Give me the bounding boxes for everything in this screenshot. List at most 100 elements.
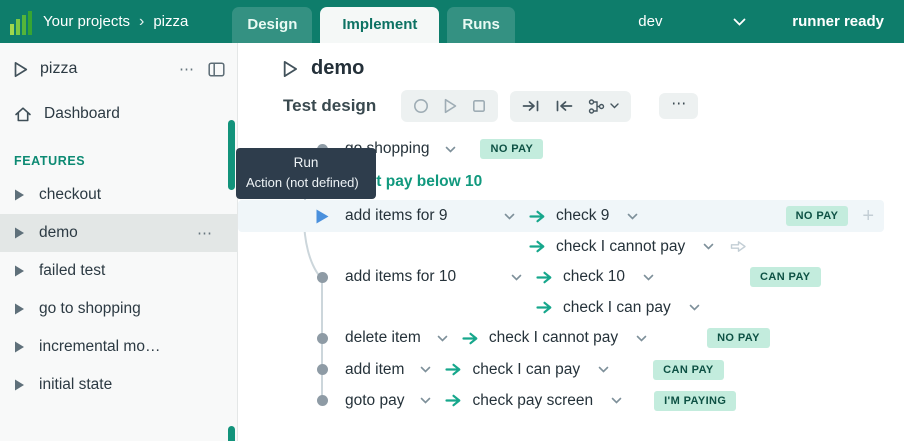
feature-label: initial state xyxy=(39,376,112,394)
feature-label: incremental mo… xyxy=(39,338,160,356)
sidebar-item-initial-state[interactable]: initial state xyxy=(0,366,237,404)
breadcrumb-current-project: pizza xyxy=(153,13,188,30)
flow-step-label[interactable]: add items for 10 xyxy=(345,268,456,286)
chevron-down-icon[interactable] xyxy=(511,274,522,281)
check-arrow-icon xyxy=(445,363,462,376)
check-arrow-icon xyxy=(445,394,462,407)
play-outline-icon[interactable] xyxy=(283,60,298,78)
dashboard-label: Dashboard xyxy=(44,105,120,123)
state-badge[interactable]: NO PAY xyxy=(707,328,770,348)
top-bar: Your projects › pizza Design Implement R… xyxy=(0,0,904,43)
tab-runs[interactable]: Runs xyxy=(447,7,515,43)
flow-node-dot[interactable] xyxy=(300,364,345,375)
add-step-icon[interactable]: + xyxy=(862,206,874,226)
chevron-down-icon[interactable] xyxy=(420,397,431,404)
sidebar-scrollbar-thumb[interactable] xyxy=(228,120,235,190)
record-circle-icon[interactable] xyxy=(413,98,429,114)
sidebar-item-go-to-shopping[interactable]: go to shopping xyxy=(0,290,237,328)
check-arrow-icon xyxy=(536,301,553,314)
section-label: Test design xyxy=(283,96,376,116)
skip-to-start-icon[interactable] xyxy=(555,99,573,113)
step-controls-group xyxy=(510,91,631,122)
feature-label: checkout xyxy=(39,186,101,204)
flow-check-label[interactable]: check pay screen xyxy=(472,392,593,410)
flow-step-label[interactable]: delete item xyxy=(345,329,421,347)
chevron-down-icon[interactable] xyxy=(611,397,622,404)
environment-dropdown[interactable]: dev xyxy=(638,13,746,30)
chevron-down-icon[interactable] xyxy=(703,243,714,250)
flow-check-label[interactable]: check 9 xyxy=(556,207,609,225)
state-badge[interactable]: NO PAY xyxy=(480,139,543,159)
check-arrow-icon xyxy=(462,332,479,345)
flow-step-label[interactable]: add items for 9 xyxy=(345,207,448,225)
run-step-button[interactable] xyxy=(300,208,345,225)
chevron-down-icon[interactable] xyxy=(420,366,431,373)
feature-play-icon xyxy=(14,226,25,240)
breadcrumb-projects-link[interactable]: Your projects xyxy=(43,13,130,30)
chevron-down-icon xyxy=(733,18,746,26)
run-controls-group xyxy=(401,90,498,122)
feature-label: failed test xyxy=(39,262,105,280)
chevron-down-icon[interactable] xyxy=(504,213,515,220)
sidebar-project-header: pizza ⋯ xyxy=(0,43,237,88)
sidebar-item-dashboard[interactable]: Dashboard xyxy=(0,96,237,132)
skip-to-end-icon[interactable] xyxy=(522,99,540,113)
flow-check-label[interactable]: check I cannot pay xyxy=(489,329,618,347)
flow-check-label[interactable]: check I cannot pay xyxy=(556,238,685,256)
feature-more-icon[interactable]: ⋯ xyxy=(197,224,212,242)
feature-play-icon xyxy=(14,340,25,354)
project-more-icon[interactable]: ⋯ xyxy=(179,60,194,78)
stop-icon[interactable] xyxy=(472,99,486,113)
flow-step-label[interactable]: goto pay xyxy=(345,392,404,410)
tab-design[interactable]: Design xyxy=(232,7,312,43)
features-section-heading: FEATURES xyxy=(14,154,237,168)
runner-status: runner ready xyxy=(792,13,884,30)
home-icon xyxy=(14,106,32,123)
flow-check-label[interactable]: check 10 xyxy=(563,268,625,286)
breadcrumb-separator: › xyxy=(139,13,144,31)
flow-node-dot[interactable] xyxy=(300,333,345,344)
collapse-sidebar-icon[interactable] xyxy=(208,62,225,77)
main-panel: demo Test design ⋯ xyxy=(238,43,904,441)
play-icon[interactable] xyxy=(444,98,457,114)
feature-play-icon xyxy=(14,188,25,202)
feature-title-row: demo xyxy=(283,57,904,80)
sidebar-item-checkout[interactable]: checkout xyxy=(0,176,237,214)
chevron-down-icon[interactable] xyxy=(643,274,654,281)
chevron-down-icon[interactable] xyxy=(689,304,700,311)
flow-check-label[interactable]: check I can pay xyxy=(563,299,671,317)
flow-row-goto-pay: goto pay check pay screen I'M PAYING xyxy=(238,385,904,416)
sidebar-item-incremental[interactable]: incremental mo… xyxy=(0,328,237,366)
test-design-toolbar: Test design ⋯ xyxy=(283,90,904,122)
chevron-down-icon[interactable] xyxy=(636,335,647,342)
flow-node-dot[interactable] xyxy=(300,395,345,406)
check-arrow-icon xyxy=(536,271,553,284)
flow-branch-icon[interactable] xyxy=(588,99,619,114)
chevron-down-icon[interactable] xyxy=(445,146,456,153)
flow-row-check-can-pay: check I can pay xyxy=(238,293,904,322)
add-check-arrow-icon[interactable] xyxy=(730,240,747,253)
state-badge[interactable]: CAN PAY xyxy=(653,360,723,380)
state-badge[interactable]: I'M PAYING xyxy=(654,391,736,411)
flow-step-label[interactable]: add item xyxy=(345,361,404,379)
app-logo-icon[interactable] xyxy=(10,11,32,35)
flow-node-dot[interactable] xyxy=(300,272,345,283)
state-badge[interactable]: CAN PAY xyxy=(750,267,820,287)
feature-play-icon xyxy=(14,264,25,278)
sidebar-scrollbar-end[interactable] xyxy=(228,426,235,441)
flow-check-label[interactable]: check I can pay xyxy=(472,361,580,379)
main-tabs: Design Implement Runs xyxy=(232,0,515,43)
sidebar-item-failed-test[interactable]: failed test xyxy=(0,252,237,290)
run-tooltip: Run Action (not defined) xyxy=(236,148,376,199)
sidebar: pizza ⋯ Dashboard FEATURES checkout demo… xyxy=(0,43,238,441)
toolbar-more-button[interactable]: ⋯ xyxy=(659,93,698,119)
tab-implement[interactable]: Implement xyxy=(320,7,439,43)
chevron-down-icon[interactable] xyxy=(598,366,609,373)
chevron-down-icon[interactable] xyxy=(437,335,448,342)
feature-play-icon xyxy=(14,378,25,392)
chevron-down-icon[interactable] xyxy=(627,213,638,220)
flow-row-add-items-for-10: add items for 10 check 10 CAN PAY xyxy=(238,261,904,293)
sidebar-item-demo[interactable]: demo ⋯ xyxy=(0,214,237,252)
play-outline-icon[interactable] xyxy=(14,61,28,78)
state-badge[interactable]: NO PAY xyxy=(786,206,849,226)
